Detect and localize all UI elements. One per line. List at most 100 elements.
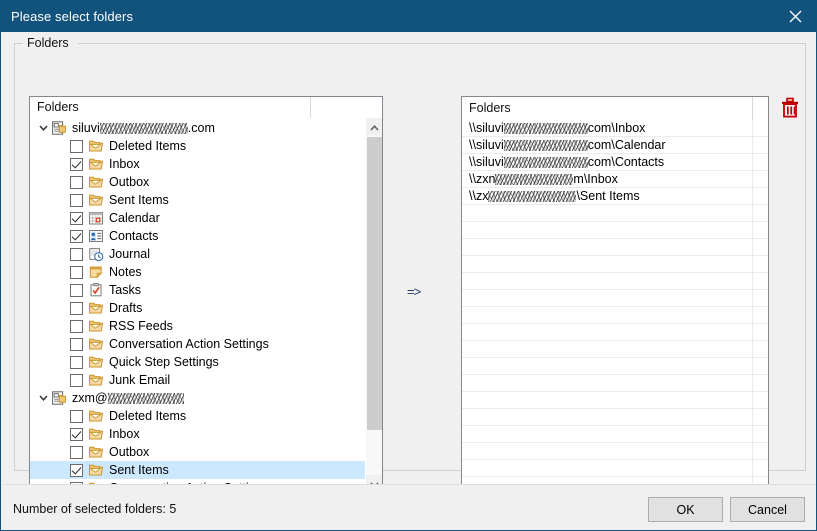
- selected-folder-row[interactable]: \\zx \Sent Items: [462, 188, 768, 205]
- selected-folders-rows[interactable]: \\siluvi com\Inbox \\siluvi com\Calendar \\s…: [462, 120, 768, 492]
- ok-button[interactable]: OK: [648, 497, 723, 522]
- tree-folder-row[interactable]: Outbox: [30, 173, 382, 191]
- tree-folder-row[interactable]: Journal: [30, 245, 382, 263]
- trash-icon: [780, 97, 800, 123]
- selected-folder-row[interactable]: \\siluvi com\Calendar: [462, 137, 768, 154]
- tree-column-header[interactable]: Folders: [30, 97, 382, 119]
- tree-folder-label: Tasks: [109, 283, 141, 297]
- folder-checkbox[interactable]: [70, 337, 83, 351]
- folder-tree-panel[interactable]: Folders siluvi .com Deleted Items Inbox Outb…: [29, 96, 383, 493]
- tree-folder-row[interactable]: Calendar: [30, 209, 382, 227]
- tree-folder-label: Notes: [109, 265, 142, 279]
- folder-path-prefix: \\zx: [469, 189, 489, 203]
- tree-folder-row[interactable]: Contacts: [30, 227, 382, 245]
- folder-tree-body[interactable]: siluvi .com Deleted Items Inbox Outbox Sent I…: [30, 119, 382, 492]
- tree-folder-row[interactable]: Sent Items: [30, 191, 382, 209]
- delete-selected-button[interactable]: [780, 97, 800, 119]
- folder-checkbox[interactable]: [70, 409, 83, 423]
- redacted-text: [99, 123, 188, 134]
- empty-list-row: [462, 392, 768, 409]
- tree-folder-label: Deleted Items: [109, 409, 187, 423]
- folder-checkbox[interactable]: [70, 301, 83, 315]
- folder-checkbox[interactable]: [70, 319, 83, 333]
- mail-folder-icon: [88, 462, 104, 478]
- folder-checkbox[interactable]: [70, 265, 83, 279]
- folder-checkbox[interactable]: [70, 283, 83, 297]
- mail-folder-icon: [88, 156, 104, 172]
- selected-folder-row[interactable]: \\siluvi com\Inbox: [462, 120, 768, 137]
- folder-checkbox[interactable]: [70, 193, 83, 207]
- scroll-up-button[interactable]: [366, 118, 382, 136]
- mail-folder-icon: [88, 336, 104, 352]
- tree-folder-row[interactable]: Inbox: [30, 425, 382, 443]
- tree-folder-row[interactable]: RSS Feeds: [30, 317, 382, 335]
- select-folders-dialog: Please select folders Folders Folders si…: [0, 0, 817, 531]
- selected-folder-row[interactable]: \\siluvi com\Contacts: [462, 154, 768, 171]
- tree-folder-label: Quick Step Settings: [109, 355, 219, 369]
- empty-list-row: [462, 409, 768, 426]
- tree-folder-row[interactable]: Sent Items: [30, 461, 382, 479]
- tree-folder-row[interactable]: Outbox: [30, 443, 382, 461]
- folder-path-prefix: \\siluvi: [469, 121, 504, 135]
- redacted-text: [488, 191, 577, 202]
- chevron-down-icon[interactable]: [36, 119, 51, 137]
- list-column-divider[interactable]: [752, 97, 753, 120]
- folder-path-suffix: com\Contacts: [587, 155, 665, 169]
- tree-folder-row[interactable]: Deleted Items: [30, 407, 382, 425]
- empty-list-row: [462, 426, 768, 443]
- empty-list-row: [462, 290, 768, 307]
- tree-folder-row[interactable]: Notes: [30, 263, 382, 281]
- tree-account-label: siluvi .com: [72, 119, 215, 137]
- contacts-icon: [88, 228, 104, 244]
- mail-folder-icon: [88, 426, 104, 442]
- folder-checkbox[interactable]: [70, 175, 83, 189]
- list-column-header[interactable]: Folders: [462, 97, 768, 120]
- close-button[interactable]: [772, 1, 816, 32]
- folder-path-suffix: m\Inbox: [573, 172, 618, 186]
- folder-path-suffix: com\Inbox: [587, 121, 646, 135]
- folder-checkbox[interactable]: [70, 355, 83, 369]
- chevron-down-icon[interactable]: [36, 389, 51, 407]
- folder-checkbox[interactable]: [70, 229, 83, 243]
- folder-checkbox[interactable]: [70, 427, 83, 441]
- tree-folder-row[interactable]: Drafts: [30, 299, 382, 317]
- tree-column-divider[interactable]: [310, 97, 311, 118]
- groupbox-label: Folders: [24, 35, 72, 51]
- selected-folder-row[interactable]: \\zxn m\Inbox: [462, 171, 768, 188]
- tree-account-row[interactable]: siluvi .com: [30, 119, 382, 137]
- tree-folder-label: RSS Feeds: [109, 319, 173, 333]
- folder-checkbox[interactable]: [70, 139, 83, 153]
- redacted-text: [503, 157, 588, 168]
- chevron-up-icon: [370, 118, 379, 136]
- account-name-prefix: siluvi: [72, 121, 100, 135]
- tree-folder-row[interactable]: Junk Email: [30, 371, 382, 389]
- groupbox-border-left: [14, 43, 23, 44]
- mail-folder-icon: [88, 174, 104, 190]
- folder-checkbox[interactable]: [70, 211, 83, 225]
- tree-folder-row[interactable]: Deleted Items: [30, 137, 382, 155]
- tree-folder-row[interactable]: Inbox: [30, 155, 382, 173]
- tree-account-label: zxm@: [72, 389, 184, 407]
- selected-count-status: Number of selected folders: 5: [13, 502, 177, 516]
- calendar-icon: [88, 210, 104, 226]
- folder-checkbox[interactable]: [70, 247, 83, 261]
- folder-checkbox[interactable]: [70, 463, 83, 477]
- tree-folder-row[interactable]: Quick Step Settings: [30, 353, 382, 371]
- tree-vertical-scrollbar[interactable]: [365, 118, 382, 492]
- tree-folder-row[interactable]: Tasks: [30, 281, 382, 299]
- empty-list-row: [462, 324, 768, 341]
- mail-folder-icon: [88, 372, 104, 388]
- folder-checkbox[interactable]: [70, 157, 83, 171]
- scroll-thumb[interactable]: [367, 137, 382, 430]
- folder-path-suffix: com\Calendar: [587, 138, 666, 152]
- folder-checkbox[interactable]: [70, 373, 83, 387]
- empty-list-row: [462, 239, 768, 256]
- tree-folder-row[interactable]: Conversation Action Settings: [30, 335, 382, 353]
- tree-account-row[interactable]: zxm@: [30, 389, 382, 407]
- cancel-button[interactable]: Cancel: [730, 497, 805, 522]
- empty-list-row: [462, 375, 768, 392]
- tree-folder-label: Deleted Items: [109, 139, 187, 153]
- empty-list-row: [462, 205, 768, 222]
- selected-folders-panel[interactable]: Folders \\siluvi com\Inbox \\siluvi com\Cal…: [461, 96, 769, 493]
- folder-checkbox[interactable]: [70, 445, 83, 459]
